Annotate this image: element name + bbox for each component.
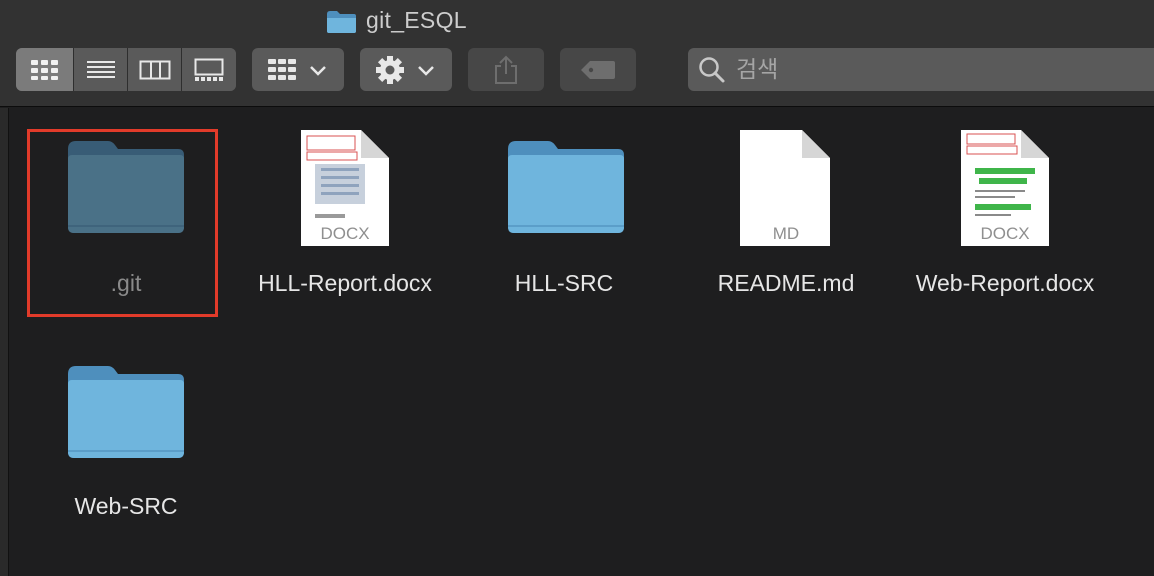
grid-icon bbox=[30, 59, 58, 80]
selection-highlight bbox=[27, 129, 218, 317]
file-item-hll-src[interactable]: HLL-SRC bbox=[466, 130, 662, 315]
file-type-tag: MD bbox=[772, 224, 800, 243]
icon-view-button[interactable] bbox=[16, 48, 74, 91]
list-view-button[interactable] bbox=[74, 48, 128, 91]
file-item-hll-report[interactable]: DOCX HLL-Report.docx bbox=[245, 130, 445, 315]
folder-icon bbox=[326, 10, 357, 39]
columns-icon bbox=[139, 60, 170, 79]
list-icon bbox=[86, 60, 115, 78]
file-name: Web-SRC bbox=[74, 493, 178, 519]
file-name: Web-Report.docx bbox=[915, 270, 1095, 296]
tag-icon bbox=[581, 60, 615, 79]
search-icon bbox=[699, 56, 725, 82]
search-input[interactable] bbox=[734, 55, 1118, 84]
folder-icon bbox=[68, 366, 184, 458]
search-field[interactable] bbox=[688, 48, 1154, 91]
file-type-tag: DOCX bbox=[320, 224, 370, 243]
gallery-icon bbox=[194, 58, 224, 81]
file-item-readme[interactable]: MD README.md bbox=[688, 130, 884, 315]
file-item-web-report[interactable]: DOCX Web-Report.docx bbox=[900, 130, 1110, 315]
finder-window: git_ESQL 검색 .git DOCX HLL-Report.docx HL… bbox=[0, 0, 1154, 576]
view-mode-control bbox=[16, 48, 236, 91]
file-type-tag: DOCX bbox=[980, 224, 1030, 243]
folder-icon bbox=[508, 141, 624, 233]
grid-icon bbox=[268, 58, 296, 80]
chevron-down-icon bbox=[418, 65, 434, 76]
file-name: HLL-SRC bbox=[514, 270, 614, 296]
file-name: README.md bbox=[717, 270, 855, 296]
gallery-view-button[interactable] bbox=[182, 48, 236, 91]
action-button[interactable] bbox=[360, 48, 452, 91]
gear-icon bbox=[376, 55, 404, 84]
chevron-down-icon bbox=[310, 65, 326, 76]
share-icon bbox=[495, 55, 517, 84]
column-view-button[interactable] bbox=[128, 48, 182, 91]
sidebar-edge bbox=[0, 108, 9, 576]
file-name: HLL-Report.docx bbox=[258, 270, 432, 296]
window-title: git_ESQL bbox=[366, 7, 467, 33]
group-by-button[interactable] bbox=[252, 48, 344, 91]
share-button[interactable] bbox=[468, 48, 544, 91]
tags-button[interactable] bbox=[560, 48, 636, 91]
title-bar: git_ESQL bbox=[0, 5, 800, 37]
file-item-web-src[interactable]: Web-SRC bbox=[28, 355, 224, 540]
toolbar: git_ESQL bbox=[0, 0, 1154, 107]
